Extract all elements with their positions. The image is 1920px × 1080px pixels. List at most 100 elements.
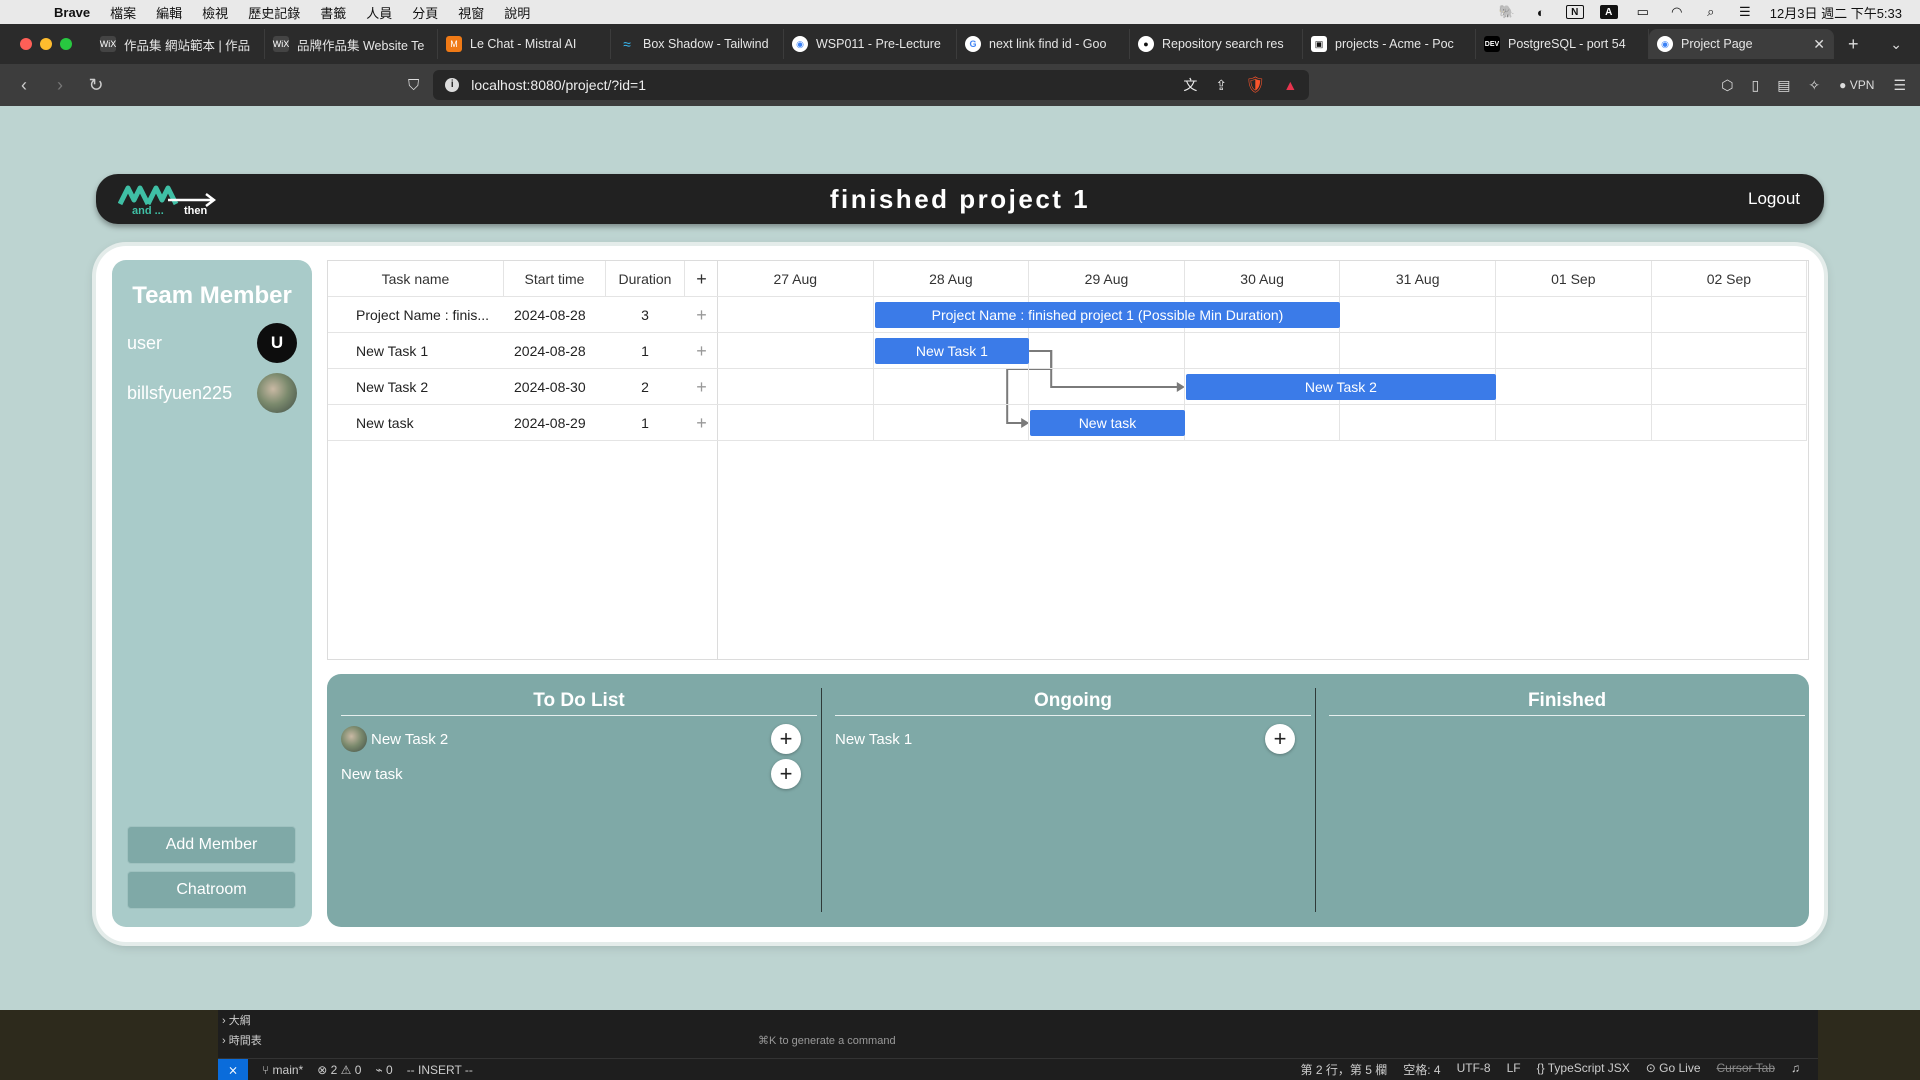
- brave-rewards-icon[interactable]: ▲: [1283, 77, 1297, 93]
- menu-window[interactable]: 視窗: [458, 3, 484, 22]
- timeline-cell: [1340, 405, 1496, 441]
- add-assignee-plus-icon[interactable]: +: [771, 759, 801, 789]
- avatar: U: [257, 323, 297, 363]
- control-center-icon[interactable]: ☰: [1736, 4, 1754, 19]
- table-row[interactable]: New Task 1 2024-08-28 1 +: [328, 333, 718, 369]
- column-header-start[interactable]: Start time: [504, 261, 605, 297]
- elephant-icon[interactable]: 🐘: [1498, 4, 1516, 19]
- table-row[interactable]: Project Name : finis... 2024-08-28 3 +: [328, 297, 718, 333]
- spotlight-icon[interactable]: ⌕: [1702, 4, 1720, 19]
- remote-icon[interactable]: ⨯: [218, 1058, 248, 1080]
- add-member-button[interactable]: Add Member: [127, 826, 296, 864]
- back-arrow-icon[interactable]: ‹: [12, 75, 36, 96]
- menu-history[interactable]: 歷史記錄: [248, 3, 300, 22]
- cursor-tab-toggle[interactable]: Cursor Tab: [1717, 1061, 1775, 1078]
- gantt-task-bar[interactable]: New Task 2: [1185, 374, 1496, 400]
- menu-view[interactable]: 檢視: [202, 3, 228, 22]
- logout-button[interactable]: Logout: [1748, 189, 1800, 209]
- browser-tab[interactable]: Gnext link find id - Goo: [957, 29, 1130, 59]
- sidebar-toggle-icon[interactable]: ▯: [1751, 77, 1759, 94]
- browser-tab[interactable]: M Le Chat - Mistral AI: [438, 29, 611, 59]
- wifi-icon[interactable]: ◠: [1668, 4, 1686, 19]
- reload-icon[interactable]: ↻: [84, 75, 108, 96]
- browser-tab[interactable]: ● Repository search res: [1130, 29, 1303, 59]
- close-tab-icon[interactable]: ✕: [1813, 36, 1825, 53]
- browser-tab-bar: WiX 作品集 網站範本 | 作品 WiX 品牌作品集 Website Te M Le…: [0, 24, 1920, 64]
- browser-tab[interactable]: ≈ Box Shadow - Tailwind: [611, 29, 784, 59]
- browser-tab[interactable]: ◉ WSP011 - Pre-Lecture: [784, 29, 957, 59]
- tab-title: WSP011 - Pre-Lecture: [816, 37, 941, 51]
- url-text[interactable]: localhost:8080/project/?id=1: [471, 77, 646, 93]
- address-bar[interactable]: i localhost:8080/project/?id=1 文 ⇪ 🛡 ▲: [433, 70, 1310, 100]
- add-subtask-plus-icon[interactable]: +: [685, 405, 718, 441]
- mistral-icon: M: [446, 36, 462, 52]
- new-tab-button[interactable]: +: [1848, 34, 1859, 55]
- branch-status[interactable]: ⑂ main*: [262, 1063, 303, 1077]
- site-info-icon[interactable]: i: [445, 78, 460, 92]
- add-assignee-plus-icon[interactable]: +: [771, 724, 801, 754]
- menu-tabs[interactable]: 分頁: [412, 3, 438, 22]
- gantt-task-bar[interactable]: New task: [1030, 410, 1185, 436]
- brave-shields-icon[interactable]: 🛡: [1245, 75, 1265, 95]
- timeline-cell: [1651, 369, 1808, 405]
- browser-tab[interactable]: DEV PostgreSQL - port 54: [1476, 29, 1649, 59]
- table-row[interactable]: New task 2024-08-29 1 +: [328, 405, 718, 441]
- menu-people[interactable]: 人員: [366, 3, 392, 22]
- cursor-position[interactable]: 第 2 行，第 5 欄: [1301, 1061, 1388, 1078]
- close-window-button[interactable]: [20, 38, 32, 50]
- browser-tab-active[interactable]: ◉ Project Page ✕: [1649, 29, 1834, 59]
- leo-ai-icon[interactable]: ✧: [1808, 77, 1820, 94]
- outline-section[interactable]: › 大綱: [222, 1012, 251, 1028]
- table-row[interactable]: New Task 2 2024-08-30 2 +: [328, 369, 718, 405]
- bookmark-icon[interactable]: ⛉: [408, 77, 419, 94]
- browser-tab[interactable]: WiX 品牌作品集 Website Te: [265, 29, 438, 59]
- gantt-task-bar[interactable]: Project Name : finished project 1 (Possi…: [874, 302, 1341, 328]
- gantt-task-bar[interactable]: New Task 1: [874, 338, 1030, 364]
- add-subtask-plus-icon[interactable]: +: [685, 369, 718, 405]
- ports-status[interactable]: ⌁ 0: [375, 1063, 392, 1077]
- list-item[interactable]: New task +: [341, 759, 801, 789]
- translate-icon[interactable]: 文: [1183, 75, 1197, 95]
- chatroom-button[interactable]: Chatroom: [127, 871, 296, 909]
- share-icon[interactable]: ⇪: [1215, 77, 1227, 94]
- column-header-task[interactable]: Task name: [328, 261, 503, 297]
- go-live-button[interactable]: ⊙ Go Live: [1646, 1061, 1701, 1078]
- app-status-icon[interactable]: ◐: [1532, 5, 1550, 20]
- menubar-clock[interactable]: 12月3日 週二 下午5:33: [1770, 3, 1902, 22]
- member-item[interactable]: billsfyuen225: [127, 371, 297, 415]
- problems-status[interactable]: ⊗ 2 ⚠ 0: [317, 1063, 361, 1077]
- forward-arrow-icon[interactable]: ›: [48, 75, 72, 96]
- input-method-icon[interactable]: A: [1599, 5, 1618, 19]
- battery-icon[interactable]: ▭: [1634, 4, 1652, 19]
- encoding-setting[interactable]: UTF-8: [1457, 1061, 1491, 1078]
- zoom-window-button[interactable]: [60, 38, 72, 50]
- add-task-plus-icon[interactable]: +: [685, 261, 718, 297]
- timeline-cell: [1496, 297, 1652, 333]
- timeline-section[interactable]: › 時間表: [222, 1032, 262, 1048]
- notification-bell-icon[interactable]: ♫: [1791, 1061, 1800, 1078]
- browser-tab[interactable]: WiX 作品集 網站範本 | 作品: [92, 29, 265, 59]
- vpn-button[interactable]: ● VPN: [1838, 77, 1875, 93]
- wallet-icon[interactable]: ▤: [1777, 77, 1790, 94]
- indent-setting[interactable]: 空格: 4: [1403, 1061, 1440, 1078]
- tab-search-chevron-icon[interactable]: ⌄: [1890, 36, 1902, 53]
- list-item[interactable]: New Task 2 +: [341, 724, 801, 754]
- minimize-window-button[interactable]: [40, 38, 52, 50]
- extensions-icon[interactable]: ⬡: [1721, 77, 1733, 94]
- menu-bookmarks[interactable]: 書籤: [320, 3, 346, 22]
- column-header-duration[interactable]: Duration: [606, 261, 684, 297]
- language-mode[interactable]: {} TypeScript JSX: [1537, 1061, 1630, 1078]
- menu-help[interactable]: 說明: [504, 3, 530, 22]
- menu-app-name[interactable]: Brave: [54, 5, 90, 20]
- menu-hamburger-icon[interactable]: ☰: [1893, 77, 1906, 94]
- add-subtask-plus-icon[interactable]: +: [685, 297, 718, 333]
- menu-edit[interactable]: 編輯: [156, 3, 182, 22]
- list-item[interactable]: New Task 1 +: [835, 724, 1295, 754]
- notion-icon[interactable]: N: [1565, 5, 1584, 19]
- add-assignee-plus-icon[interactable]: +: [1265, 724, 1295, 754]
- menu-file[interactable]: 檔案: [110, 3, 136, 22]
- member-item[interactable]: user U: [127, 321, 297, 365]
- browser-tab[interactable]: ▣ projects - Acme - Poc: [1303, 29, 1476, 59]
- eol-setting[interactable]: LF: [1507, 1061, 1521, 1078]
- add-subtask-plus-icon[interactable]: +: [685, 333, 718, 369]
